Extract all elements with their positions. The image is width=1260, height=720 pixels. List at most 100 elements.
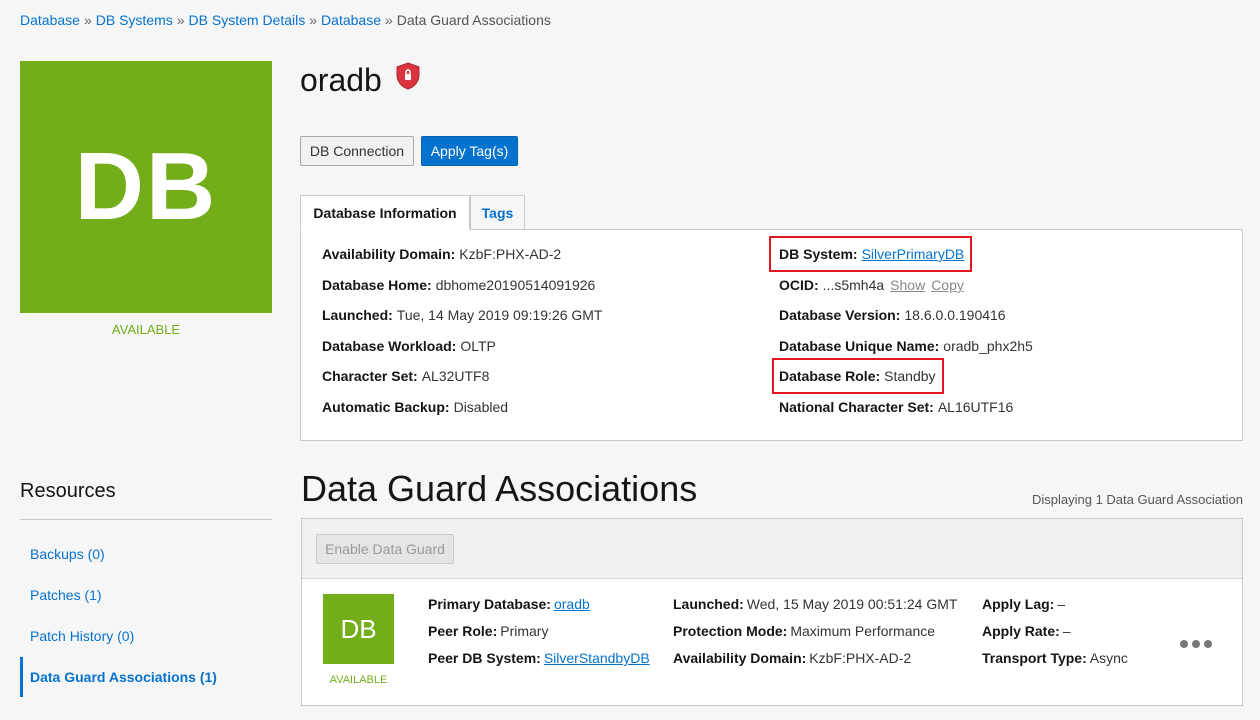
ocid-copy-link[interactable]: Copy	[931, 277, 964, 293]
info-label: Character Set:	[322, 368, 418, 384]
database-tile: DB	[20, 61, 272, 313]
displaying-count: Displaying 1 Data Guard Association	[1031, 492, 1243, 507]
dg-launched: Launched: Wed, 15 May 2019 00:51:24 GMT	[673, 596, 957, 612]
info-label: Automatic Backup:	[322, 399, 450, 415]
dg-apply-rate: Apply Rate: –	[982, 623, 1071, 639]
page-title: oradb	[300, 62, 382, 98]
apply-tags-button[interactable]: Apply Tag(s)	[421, 136, 518, 166]
database-tile-text: DB	[74, 133, 218, 240]
dg-label: Primary Database:	[428, 596, 551, 612]
data-guard-db-tile[interactable]: DB	[323, 594, 394, 664]
info-value: 18.6.0.0.190416	[904, 307, 1006, 323]
info-national-character-set: National Character Set: AL16UTF16	[779, 399, 1013, 415]
info-database-workload: Database Workload: OLTP	[322, 338, 496, 354]
dg-label: Peer DB System:	[428, 650, 541, 666]
breadcrumb-db-systems[interactable]: DB Systems	[96, 12, 173, 28]
breadcrumb: Database» DB Systems» DB System Details» Da…	[20, 12, 551, 28]
info-availability-domain: Availability Domain: KzbF:PHX-AD-2	[322, 246, 561, 262]
info-label: DB System:	[779, 246, 858, 262]
breadcrumb-database[interactable]: Database	[20, 12, 80, 28]
info-launched: Launched: Tue, 14 May 2019 09:19:26 GMT	[322, 307, 603, 323]
dg-label: Availability Domain:	[673, 650, 807, 666]
info-value: ...s5mh4a	[822, 277, 885, 293]
enable-data-guard-button[interactable]: Enable Data Guard	[316, 534, 454, 564]
resource-backups[interactable]: Backups (0)	[30, 546, 105, 562]
dg-protection-mode: Protection Mode: Maximum Performance	[673, 623, 935, 639]
info-label: Database Unique Name:	[779, 338, 940, 354]
info-label: Database Home:	[322, 277, 432, 293]
info-db-system: DB System: SilverPrimaryDB	[779, 246, 964, 262]
dot	[1204, 640, 1212, 648]
info-label: Database Version:	[779, 307, 901, 323]
database-status: AVAILABLE	[111, 322, 181, 337]
dg-label: Launched:	[673, 596, 744, 612]
dg-label: Apply Rate:	[982, 623, 1060, 639]
dg-primary-database: Primary Database: oradb	[428, 596, 590, 612]
dg-value: Primary	[500, 623, 549, 639]
info-value: KzbF:PHX-AD-2	[459, 246, 562, 262]
resources-title: Resources	[20, 480, 116, 502]
info-label: Availability Domain:	[322, 246, 456, 262]
primary-database-link[interactable]: oradb	[554, 596, 590, 612]
dg-value: –	[1057, 596, 1066, 612]
dg-value: Wed, 15 May 2019 00:51:24 GMT	[746, 596, 958, 612]
dg-apply-lag: Apply Lag: –	[982, 596, 1065, 612]
info-database-unique-name: Database Unique Name: oradb_phx2h5	[779, 338, 1033, 354]
resource-patch-history[interactable]: Patch History (0)	[30, 628, 134, 644]
info-label: OCID:	[779, 277, 819, 293]
info-ocid: OCID: ...s5mh4a Show Copy	[779, 277, 964, 293]
dot	[1192, 640, 1200, 648]
info-value: oradb_phx2h5	[943, 338, 1033, 354]
peer-db-system-link[interactable]: SilverStandbyDB	[544, 650, 650, 666]
info-character-set: Character Set: AL32UTF8	[322, 368, 489, 384]
resources-divider	[20, 519, 272, 520]
info-label: Database Workload:	[322, 338, 457, 354]
breadcrumb-separator: »	[176, 12, 185, 28]
info-value: AL32UTF8	[421, 368, 490, 384]
dg-label: Protection Mode:	[673, 623, 788, 639]
dg-label: Apply Lag:	[982, 596, 1055, 612]
info-database-version: Database Version: 18.6.0.0.190416	[779, 307, 1006, 323]
mini-tile-text: DB	[340, 613, 377, 644]
info-value: Tue, 14 May 2019 09:19:26 GMT	[396, 307, 603, 323]
info-database-role: Database Role: Standby	[779, 368, 936, 384]
resource-data-guard-associations[interactable]: Data Guard Associations (1)	[30, 669, 217, 685]
resource-active-indicator	[20, 657, 23, 697]
info-database-home: Database Home: dbhome20190514091926	[322, 277, 595, 293]
more-actions-icon[interactable]	[1180, 634, 1216, 654]
security-shield-icon	[396, 62, 420, 90]
breadcrumb-db-system-details[interactable]: DB System Details	[189, 12, 306, 28]
breadcrumb-separator: »	[384, 12, 393, 28]
info-automatic-backup: Automatic Backup: Disabled	[322, 399, 508, 415]
db-system-link[interactable]: SilverPrimaryDB	[862, 246, 965, 262]
info-value: OLTP	[460, 338, 496, 354]
info-label: National Character Set:	[779, 399, 934, 415]
data-guard-status: AVAILABLE	[329, 674, 388, 686]
breadcrumb-database-2[interactable]: Database	[321, 12, 381, 28]
section-title: Data Guard Associations	[301, 468, 698, 509]
dg-peer-role: Peer Role: Primary	[428, 623, 548, 639]
dg-value: –	[1062, 623, 1071, 639]
data-guard-toolbar: Enable Data Guard	[302, 519, 1242, 579]
ocid-show-link[interactable]: Show	[890, 277, 925, 293]
dg-value: KzbF:PHX-AD-2	[809, 650, 912, 666]
dg-peer-db-system: Peer DB System: SilverStandbyDB	[428, 650, 650, 666]
tab-database-information[interactable]: Database Information	[300, 195, 470, 230]
info-value: Disabled	[453, 399, 509, 415]
dg-transport-type: Transport Type: Async	[982, 650, 1128, 666]
database-information-panel: Availability Domain: KzbF:PHX-AD-2 Databa…	[300, 229, 1243, 441]
tab-tags[interactable]: Tags	[470, 195, 525, 230]
breadcrumb-separator: »	[83, 12, 92, 28]
db-connection-button[interactable]: DB Connection	[300, 136, 414, 166]
info-value: Standby	[884, 368, 936, 384]
breadcrumb-current: Data Guard Associations	[396, 12, 551, 28]
info-label: Launched:	[322, 307, 393, 323]
breadcrumb-separator: »	[309, 12, 318, 28]
dg-value: Async	[1089, 650, 1128, 666]
dg-label: Peer Role:	[428, 623, 498, 639]
info-value: AL16UTF16	[937, 399, 1014, 415]
resource-patches[interactable]: Patches (1)	[30, 587, 102, 603]
dg-label: Transport Type:	[982, 650, 1087, 666]
dot	[1180, 640, 1188, 648]
dg-availability-domain: Availability Domain: KzbF:PHX-AD-2	[673, 650, 911, 666]
